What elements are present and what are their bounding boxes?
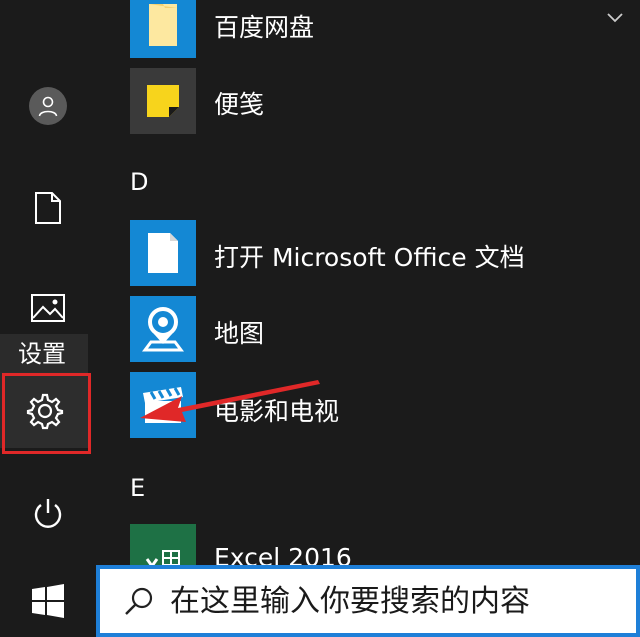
app-label: 电影和电视	[214, 397, 340, 426]
baidu-netdisk-icon	[149, 4, 177, 46]
app-label: 便笺	[214, 90, 265, 119]
documents-button[interactable]	[0, 172, 96, 244]
group-letter-e[interactable]: E	[130, 474, 145, 502]
avatar	[29, 87, 67, 125]
app-tile	[130, 296, 196, 362]
user-icon	[38, 96, 58, 117]
app-tile	[130, 372, 196, 438]
power-icon	[34, 499, 62, 528]
start-button[interactable]	[0, 565, 96, 637]
app-label: 打开 Microsoft Office 文档	[214, 243, 525, 272]
map-pin-icon	[142, 307, 184, 352]
taskbar-search-box[interactable]	[96, 565, 640, 637]
user-account-button[interactable]	[0, 70, 96, 142]
app-tile	[130, 220, 196, 286]
app-list: 百度网盘 便笺 D 打开 Microsoft Office 文档 地图 电影和电…	[96, 0, 640, 637]
clapperboard-icon	[143, 387, 183, 423]
document-icon	[148, 233, 178, 273]
chevron-down-icon[interactable]	[606, 12, 624, 24]
app-label: 地图	[214, 319, 265, 348]
search-input[interactable]	[168, 582, 612, 620]
power-button[interactable]	[0, 478, 96, 550]
app-tile	[130, 68, 196, 134]
app-tile	[130, 0, 196, 58]
app-label: 百度网盘	[214, 13, 315, 42]
settings-tooltip: 设置	[0, 334, 88, 374]
sticky-notes-icon	[147, 85, 179, 117]
group-letter-d[interactable]: D	[130, 168, 148, 196]
annotation-highlight-box	[2, 373, 91, 454]
start-rail: 设置	[0, 0, 96, 637]
windows-logo-icon	[32, 584, 64, 618]
document-icon	[35, 192, 61, 224]
picture-icon	[31, 294, 65, 322]
search-icon	[124, 586, 154, 616]
